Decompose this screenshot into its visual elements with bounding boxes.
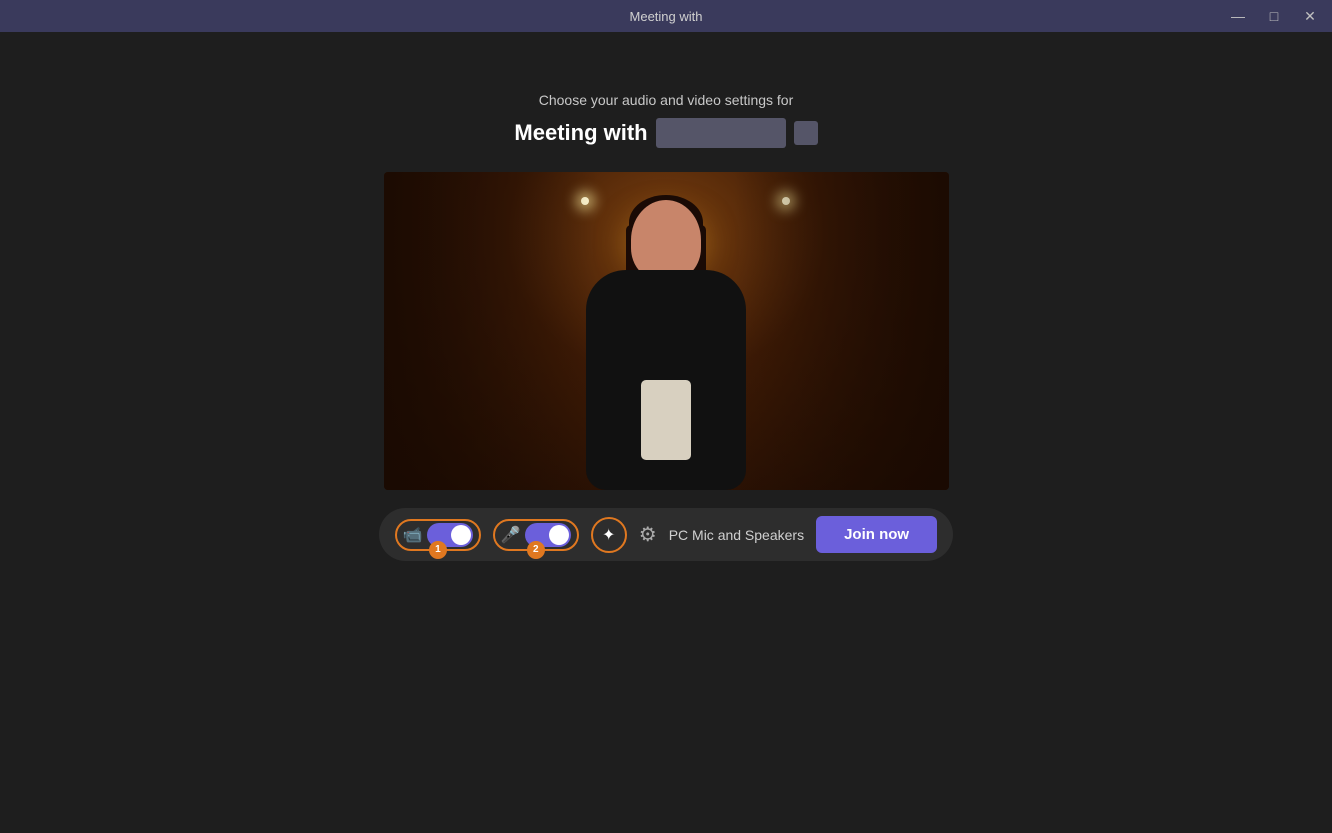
camera-group: 📹 1 xyxy=(395,519,481,551)
restore-button[interactable]: □ xyxy=(1264,6,1284,26)
mic-group: 🎤 2 xyxy=(493,519,579,551)
camera-icon: 📹 xyxy=(403,525,423,545)
minimize-button[interactable]: — xyxy=(1228,6,1248,26)
effects-badge: 2 xyxy=(527,541,545,559)
microphone-icon: 🎤 xyxy=(501,525,521,545)
join-now-button[interactable]: Join now xyxy=(816,516,937,553)
title-bar: Meeting with — □ ✕ xyxy=(0,0,1332,32)
person-body xyxy=(586,270,746,490)
meeting-title-row: Meeting with xyxy=(514,118,817,148)
effects-icon: ✦ xyxy=(602,525,615,545)
effects-button[interactable]: ✦ xyxy=(591,517,627,553)
window-controls: — □ ✕ xyxy=(1228,6,1320,26)
camera-badge: 1 xyxy=(429,541,447,559)
bookshelf-right xyxy=(734,172,949,490)
camera-toggle-knob xyxy=(451,525,471,545)
meeting-name-redacted xyxy=(656,118,786,148)
audio-settings-button[interactable]: ⚙ xyxy=(639,522,657,547)
video-canvas xyxy=(384,172,949,490)
video-preview xyxy=(384,172,949,490)
audio-device-label: PC Mic and Speakers xyxy=(669,527,804,543)
meeting-title-arrow xyxy=(794,121,818,145)
main-content: Choose your audio and video settings for… xyxy=(0,32,1332,833)
person-figure xyxy=(566,200,766,490)
meeting-title: Meeting with xyxy=(514,120,647,146)
settings-subtitle: Choose your audio and video settings for xyxy=(539,92,794,108)
mic-toggle-knob xyxy=(549,525,569,545)
person-head xyxy=(631,200,701,280)
camera-icon-button[interactable]: 📹 xyxy=(403,525,423,545)
window-title: Meeting with xyxy=(630,9,703,24)
mic-icon-button[interactable]: 🎤 xyxy=(501,525,521,545)
controls-bar: 📹 1 🎤 2 ✦ ⚙ PC Mic and Speakers xyxy=(379,508,953,561)
person-shirt xyxy=(641,380,691,460)
close-button[interactable]: ✕ xyxy=(1300,6,1320,26)
